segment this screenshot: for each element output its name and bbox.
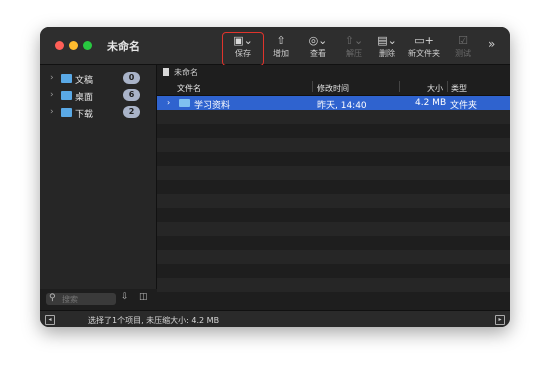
empty-row	[157, 194, 510, 208]
sidebar-item-documents[interactable]: › 文稿 0	[50, 72, 150, 86]
add-icon: ⇧	[276, 34, 286, 47]
folder-icon	[61, 108, 72, 117]
file-size: 4.2 MB	[415, 98, 447, 108]
folder-icon	[179, 99, 190, 107]
empty-row	[157, 222, 510, 236]
chevron-right-icon[interactable]: ›	[50, 73, 54, 83]
count-badge: 0	[123, 72, 140, 84]
zoom-button[interactable]	[83, 41, 92, 50]
search-input[interactable]	[62, 293, 114, 305]
delete-button[interactable]: ▤⌄ 删除	[367, 33, 407, 65]
view-label: 查看	[310, 49, 326, 58]
view-button[interactable]: ◎⌄ 查看	[298, 33, 338, 65]
count-badge: 2	[123, 106, 140, 118]
empty-row	[157, 250, 510, 264]
column-size[interactable]: 大小	[427, 83, 443, 94]
column-divider[interactable]	[399, 81, 400, 92]
window-title: 未命名	[107, 40, 140, 53]
archive-window: 未命名 ▣⌄ 保存 ⇧ 增加 ◎⌄ 查看 ⇧⌄ 解压 ▤⌄ 删除 ▭+ 新文件夹…	[40, 27, 510, 327]
test-button[interactable]: ☑ 测试	[443, 33, 483, 65]
count-badge: 6	[123, 89, 140, 101]
view-icon: ◎⌄	[308, 34, 328, 47]
sidebar-item-desktop[interactable]: › 桌面 6	[50, 89, 150, 103]
save-icon: ▣⌄	[233, 34, 253, 47]
column-header: 文件名 修改时间 大小 类型	[157, 79, 510, 96]
test-label: 测试	[455, 49, 471, 58]
delete-label: 删除	[379, 49, 395, 58]
chevron-right-icon[interactable]: ›	[50, 90, 54, 100]
chevron-right-icon[interactable]: ›	[167, 98, 170, 107]
empty-row	[157, 110, 510, 124]
save-button[interactable]: ▣⌄ 保存	[222, 32, 264, 66]
toolbar-overflow-button[interactable]: »	[488, 37, 495, 51]
preview-toggle-button[interactable]: ◫	[139, 292, 148, 302]
table-row[interactable]: › 学习资料 昨天, 14:40 4.2 MB 文件夹	[157, 96, 510, 111]
add-button[interactable]: ⇧ 增加	[261, 33, 301, 65]
minimize-button[interactable]	[69, 41, 78, 50]
sidebar: › 文稿 0 › 桌面 6 › 下载 2	[40, 65, 157, 289]
delete-icon: ▤⌄	[377, 34, 397, 47]
sidebar-item-downloads[interactable]: › 下载 2	[50, 106, 150, 120]
save-label: 保存	[235, 49, 251, 58]
empty-row	[157, 278, 510, 292]
status-text: 选择了1个项目, 未压缩大小: 4.2 MB	[88, 316, 220, 325]
column-modified[interactable]: 修改时间	[317, 83, 349, 94]
sidebar-toggle-button[interactable]: ◂	[45, 315, 55, 325]
folder-icon	[61, 91, 72, 100]
sidebar-item-label: 桌面	[75, 93, 94, 103]
status-bar: ◂ 选择了1个项目, 未压缩大小: 4.2 MB ▸	[40, 310, 510, 327]
inspector-toggle-button[interactable]: ▸	[495, 315, 505, 325]
breadcrumb-label: 未命名	[174, 68, 198, 77]
sidebar-item-label: 下载	[75, 110, 94, 120]
chevron-right-icon[interactable]: ›	[50, 107, 54, 117]
sidebar-action-button[interactable]: ⇩	[121, 292, 129, 302]
file-list: 未命名 文件名 修改时间 大小 类型 › 学习资料 昨天, 14:40 4.2 …	[157, 65, 510, 292]
breadcrumb: 未命名	[163, 67, 198, 78]
column-type[interactable]: 类型	[451, 83, 467, 94]
empty-row	[157, 166, 510, 180]
column-divider[interactable]	[447, 81, 448, 92]
column-divider[interactable]	[312, 81, 313, 92]
test-icon: ☑	[458, 34, 468, 47]
title-bar: 未命名 ▣⌄ 保存 ⇧ 增加 ◎⌄ 查看 ⇧⌄ 解压 ▤⌄ 删除 ▭+ 新文件夹…	[40, 27, 510, 66]
sidebar-item-label: 文稿	[75, 76, 94, 86]
new-folder-button[interactable]: ▭+ 新文件夹	[404, 33, 444, 65]
folder-icon	[61, 74, 72, 83]
add-label: 增加	[273, 49, 289, 58]
search-icon: ⚲	[49, 293, 56, 303]
new-folder-icon: ▭+	[414, 34, 434, 47]
empty-row	[157, 138, 510, 152]
column-name[interactable]: 文件名	[177, 83, 201, 94]
new-folder-label: 新文件夹	[408, 49, 440, 58]
document-icon	[163, 68, 169, 76]
search-field[interactable]: ⚲	[46, 293, 116, 305]
close-button[interactable]	[55, 41, 64, 50]
